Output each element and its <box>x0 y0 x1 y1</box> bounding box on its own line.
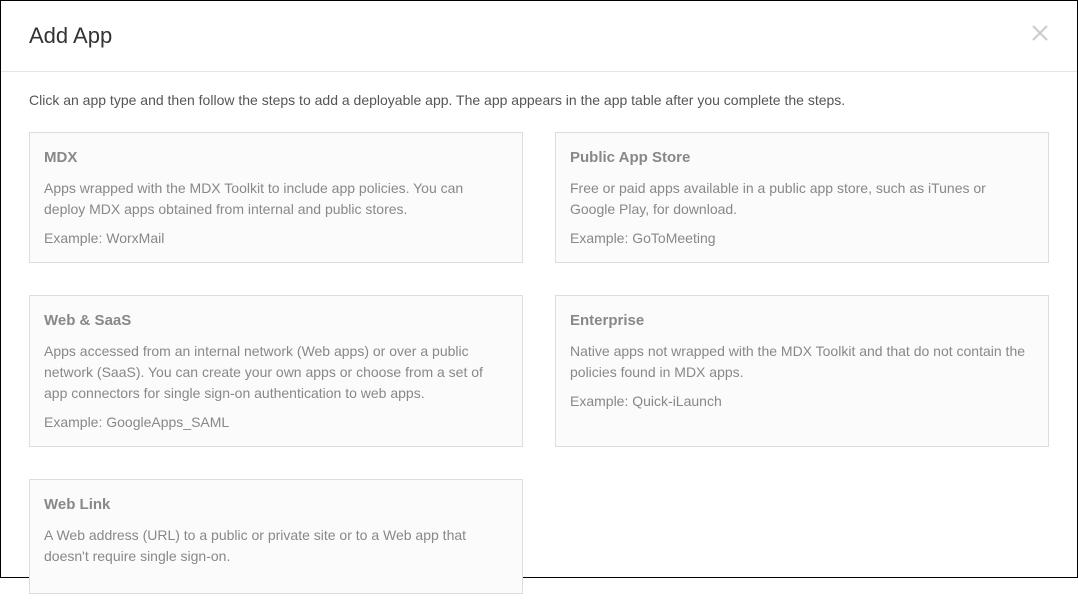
card-title: Web Link <box>44 496 508 513</box>
instruction-text: Click an app type and then follow the st… <box>29 92 1049 108</box>
close-icon <box>1031 24 1049 42</box>
card-example: Example: Quick-iLaunch <box>570 393 1034 409</box>
card-example: Example: WorxMail <box>44 230 508 246</box>
card-title: MDX <box>44 149 508 166</box>
dialog-title: Add App <box>29 23 112 49</box>
card-title: Enterprise <box>570 312 1034 329</box>
app-type-grid: MDX Apps wrapped with the MDX Toolkit to… <box>29 132 1049 594</box>
dialog-content: Click an app type and then follow the st… <box>1 72 1077 614</box>
app-type-card-web-link[interactable]: Web Link A Web address (URL) to a public… <box>29 479 523 594</box>
dialog-header: Add App <box>1 1 1077 72</box>
app-type-card-enterprise[interactable]: Enterprise Native apps not wrapped with … <box>555 295 1049 447</box>
app-type-card-public-app-store[interactable]: Public App Store Free or paid apps avail… <box>555 132 1049 263</box>
card-example: Example: GoogleApps_SAML <box>44 414 508 430</box>
card-title: Public App Store <box>570 149 1034 166</box>
close-button[interactable] <box>1031 23 1049 47</box>
card-title: Web & SaaS <box>44 312 508 329</box>
card-description: Free or paid apps available in a public … <box>570 178 1034 220</box>
card-description: Native apps not wrapped with the MDX Too… <box>570 341 1034 383</box>
card-description: Apps wrapped with the MDX Toolkit to inc… <box>44 178 508 220</box>
card-description: Apps accessed from an internal network (… <box>44 341 508 404</box>
card-example: Example: GoToMeeting <box>570 230 1034 246</box>
app-type-card-web-saas[interactable]: Web & SaaS Apps accessed from an interna… <box>29 295 523 447</box>
card-description: A Web address (URL) to a public or priva… <box>44 525 508 567</box>
app-type-card-mdx[interactable]: MDX Apps wrapped with the MDX Toolkit to… <box>29 132 523 263</box>
